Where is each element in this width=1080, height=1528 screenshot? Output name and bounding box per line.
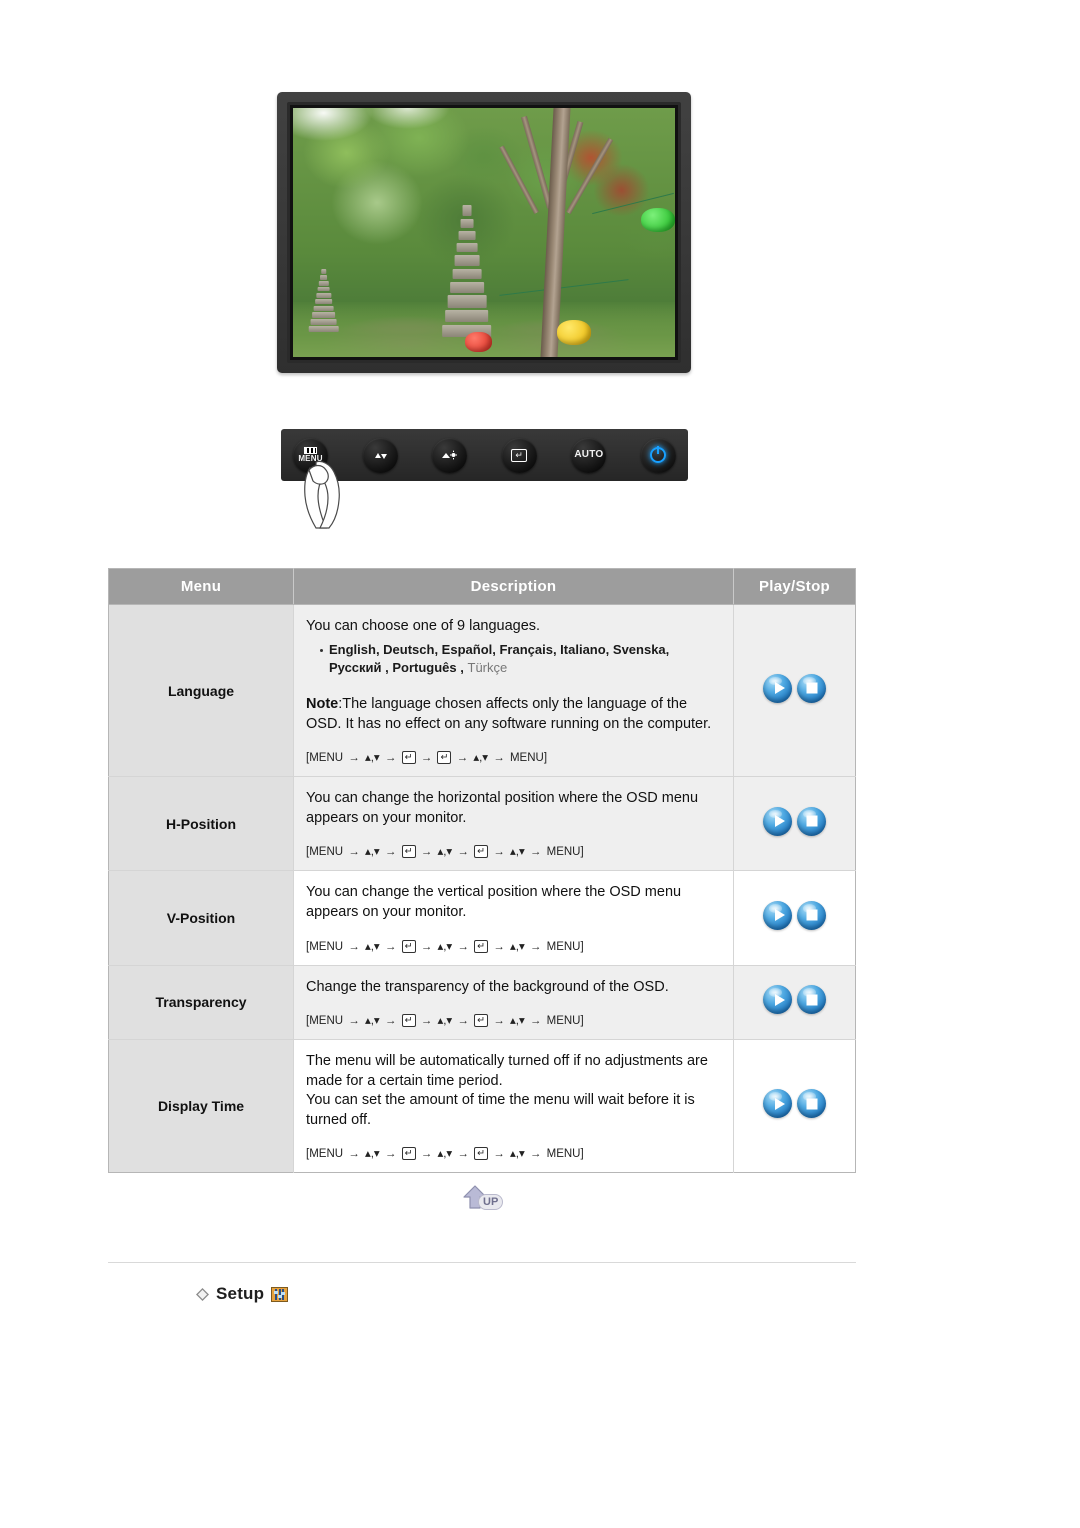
row-label-v-position: V-Position — [108, 870, 294, 966]
row-playstop-h-position — [733, 776, 856, 872]
down-button[interactable] — [362, 437, 398, 473]
header-menu: Menu — [108, 568, 294, 605]
play-button[interactable] — [763, 900, 792, 930]
red-lantern-icon — [464, 332, 492, 353]
yellow-lantern-icon — [556, 319, 591, 345]
brightness-up-icon — [442, 450, 458, 460]
enter-key-icon: ↵ — [401, 1147, 416, 1161]
table-row: V-Position You can change the vertical p… — [108, 870, 856, 966]
section-divider — [108, 1262, 856, 1263]
garden-photo — [293, 108, 675, 357]
row-description-h-position: You can change the horizontal position w… — [293, 776, 734, 872]
header-playstop: Play/Stop — [733, 568, 856, 605]
language-list-line1: English, Deutsch, Español, Français, Ita… — [329, 641, 670, 657]
monitor-illustration — [277, 92, 691, 373]
table-header-row: Menu Description Play/Stop — [108, 568, 856, 605]
tree-icon — [495, 108, 625, 357]
table-row: H-Position You can change the horizontal… — [108, 776, 856, 872]
row-playstop-display-time — [733, 1039, 856, 1173]
row-description-display-time: The menu will be automatically turned of… — [293, 1039, 734, 1173]
enter-key-icon: ↵ — [474, 1014, 489, 1028]
back-to-top-button[interactable]: UP — [462, 1184, 518, 1218]
h-position-desc: You can change the horizontal position w… — [306, 790, 699, 826]
note-text: :The language chosen affects only the la… — [306, 696, 712, 733]
monitor-inner-bezel — [287, 102, 681, 363]
stone-pagoda-icon — [441, 203, 492, 338]
row-playstop-v-position — [733, 870, 856, 966]
table-row: Display Time The menu will be automatica… — [108, 1039, 856, 1173]
setup-label: Setup — [216, 1284, 265, 1303]
monitor-bezel — [277, 92, 691, 373]
diamond-bullet-icon — [196, 1287, 209, 1301]
enter-button[interactable]: ↵ — [501, 437, 537, 473]
enter-key-icon: ↵ — [474, 845, 489, 859]
enter-key-icon: ↵ — [401, 845, 416, 859]
play-button[interactable] — [763, 1089, 792, 1119]
row-label-transparency: Transparency — [108, 965, 294, 1041]
transparency-desc: Change the transparency of the backgroun… — [306, 978, 669, 995]
play-button[interactable] — [763, 985, 792, 1015]
stop-button[interactable] — [797, 673, 826, 703]
display-time-desc-2: You can set the amount of time the menu … — [306, 1092, 695, 1128]
enter-key-icon: ↵ — [474, 1147, 489, 1161]
row-description-v-position: You can change the vertical position whe… — [293, 870, 734, 966]
row-description-transparency: Change the transparency of the backgroun… — [293, 965, 734, 1041]
transparency-path: [MENU → ▴,▾ → ↵ → ▴,▾ → ↵ → ▴,▾ → MENU] — [306, 1014, 584, 1028]
play-button[interactable] — [763, 673, 792, 703]
display-time-desc-1: The menu will be automatically turned of… — [306, 1053, 708, 1089]
power-icon — [650, 447, 667, 463]
stop-button[interactable] — [797, 985, 826, 1015]
small-pagoda-icon — [308, 267, 339, 333]
manual-page: MENU ↵ AUTO Menu Description Play/Stop L… — [0, 0, 1080, 1528]
language-path: [MENU → ▴,▾ → ↵ → ↵ → ▴,▾ → MENU] — [306, 751, 548, 765]
enter-key-icon: ↵ — [401, 1014, 416, 1028]
play-button[interactable] — [763, 806, 792, 836]
language-note: Note:The language chosen affects only th… — [306, 694, 719, 734]
language-list: English, Deutsch, Español, Français, Ita… — [320, 641, 719, 679]
table-row: Language You can choose one of 9 languag… — [108, 604, 856, 778]
power-button[interactable] — [640, 437, 676, 473]
row-label-language: Language — [108, 604, 294, 778]
row-label-h-position: H-Position — [108, 776, 294, 872]
stop-button[interactable] — [797, 806, 826, 836]
enter-key-icon: ↵ — [437, 751, 452, 765]
auto-button[interactable]: AUTO — [571, 437, 607, 473]
language-list-line2-faint: Türkçe — [467, 660, 508, 676]
h-position-path: [MENU → ▴,▾ → ↵ → ▴,▾ → ↵ → ▴,▾ → MENU] — [306, 845, 584, 859]
up-button-label: UP — [478, 1194, 504, 1210]
monitor-screen — [293, 108, 675, 357]
header-description: Description — [293, 568, 734, 605]
osd-settings-table: Menu Description Play/Stop Language You … — [108, 568, 856, 1174]
volume-down-icon — [374, 451, 387, 460]
stop-button[interactable] — [797, 1089, 826, 1119]
bullet-dot-icon — [320, 648, 323, 652]
row-label-display-time: Display Time — [108, 1039, 294, 1173]
brightness-button[interactable] — [432, 437, 468, 473]
note-label: Note — [306, 696, 339, 713]
table-row: Transparency Change the transparency of … — [108, 965, 856, 1041]
auto-button-label: AUTO — [574, 449, 604, 460]
display-time-path: [MENU → ▴,▾ → ↵ → ▴,▾ → ↵ → ▴,▾ → MENU] — [306, 1147, 584, 1161]
setup-section-heading: Setup — [196, 1284, 289, 1304]
enter-key-icon: ↵ — [474, 939, 489, 953]
setup-sliders-icon — [271, 1286, 289, 1302]
pointing-hand-illustration — [296, 452, 358, 530]
green-lantern-icon — [640, 207, 675, 233]
language-intro: You can choose one of 9 languages. — [306, 618, 541, 634]
row-playstop-language — [733, 604, 856, 778]
v-position-desc: You can change the vertical position whe… — [306, 884, 682, 920]
stop-button[interactable] — [797, 900, 826, 930]
enter-key-icon: ↵ — [401, 751, 416, 765]
enter-icon: ↵ — [511, 448, 528, 462]
row-playstop-transparency — [733, 965, 856, 1041]
language-list-line2: Русский , Português , — [329, 660, 464, 676]
enter-key-icon: ↵ — [401, 939, 416, 953]
v-position-path: [MENU → ▴,▾ → ↵ → ▴,▾ → ↵ → ▴,▾ → MENU] — [306, 939, 584, 953]
row-description-language: You can choose one of 9 languages. Engli… — [293, 604, 734, 778]
